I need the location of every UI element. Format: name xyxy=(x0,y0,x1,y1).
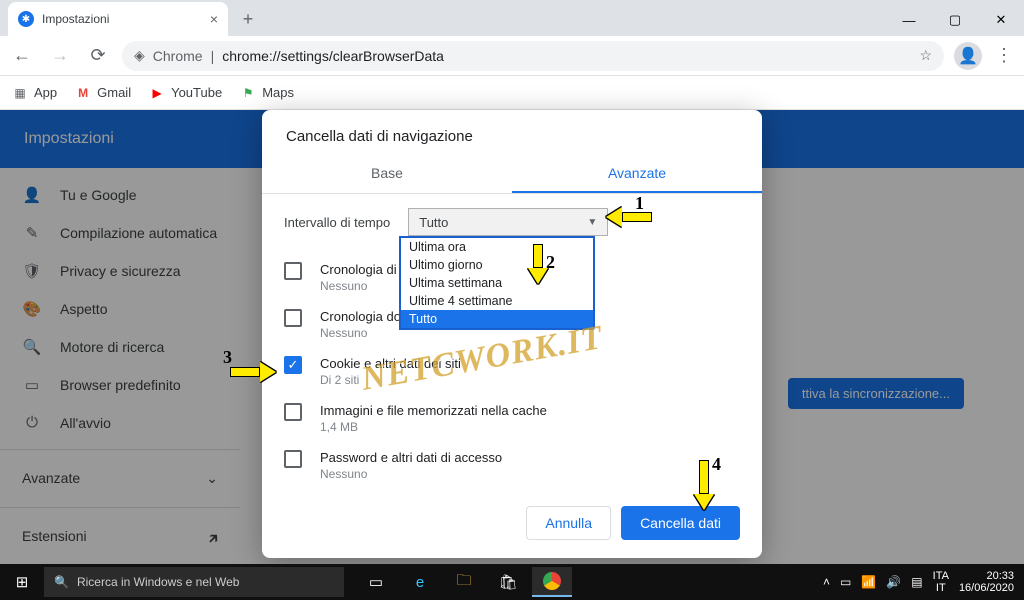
dialog-title: Cancella dati di navigazione xyxy=(262,110,762,155)
window-titlebar: ✱ Impostazioni × + — ▢ ✕ xyxy=(0,0,1024,36)
taskbar-search[interactable]: 🔍 Ricerca in Windows e nel Web xyxy=(44,567,344,597)
option-last-week[interactable]: Ultima settimana xyxy=(401,274,593,292)
annotation-number-1: 1 xyxy=(635,193,644,214)
gear-icon: ✱ xyxy=(18,11,34,27)
bookmark-apps[interactable]: ▦App xyxy=(12,85,57,101)
profile-avatar[interactable]: 👤 xyxy=(954,42,982,70)
checkbox-cached-images[interactable] xyxy=(284,403,302,421)
address-bar[interactable]: ◈ Chrome | chrome://settings/clearBrowse… xyxy=(122,41,944,71)
checkbox-download-history[interactable] xyxy=(284,309,302,327)
bookmark-star-icon[interactable]: ☆ xyxy=(919,47,932,64)
tab-title: Impostazioni xyxy=(42,12,109,26)
annotation-arrow-4 xyxy=(694,460,714,510)
search-icon: 🔍 xyxy=(54,575,69,589)
edge-icon[interactable]: e xyxy=(400,567,440,597)
store-icon[interactable]: 🛍 xyxy=(488,567,528,597)
wifi-icon[interactable]: 📶 xyxy=(861,575,876,589)
time-range-label: Intervallo di tempo xyxy=(284,215,390,230)
time-range-dropdown: Ultima ora Ultimo giorno Ultima settiman… xyxy=(399,236,595,330)
clear-data-button[interactable]: Cancella dati xyxy=(621,506,740,540)
cancel-button[interactable]: Annulla xyxy=(526,506,611,540)
dropdown-triangle-icon: ▼ xyxy=(587,217,597,228)
dialog-tabs: Base Avanzate xyxy=(262,155,762,194)
forward-button[interactable]: → xyxy=(46,45,74,66)
back-button[interactable]: ← xyxy=(8,45,36,66)
row-passwords[interactable]: Password e altri dati di accessoNessuno xyxy=(284,442,740,489)
gmail-icon: M xyxy=(75,85,91,101)
close-tab-icon[interactable]: × xyxy=(210,11,218,27)
annotation-number-2: 2 xyxy=(546,252,555,273)
annotation-arrow-3 xyxy=(230,362,276,382)
checkbox-passwords[interactable] xyxy=(284,450,302,468)
close-window-button[interactable]: ✕ xyxy=(978,4,1024,36)
annotation-number-3: 3 xyxy=(223,347,232,368)
bookmark-youtube[interactable]: ▶YouTube xyxy=(149,85,222,101)
battery-icon[interactable]: ▭ xyxy=(840,575,851,589)
apps-icon: ▦ xyxy=(12,85,28,101)
checkbox-cookies[interactable]: ✓ xyxy=(284,356,302,374)
taskbar-apps: ▭ e 🗀 🛍 xyxy=(356,567,572,597)
bookmark-maps[interactable]: ⚑Maps xyxy=(240,85,294,101)
option-all-time[interactable]: Tutto xyxy=(401,310,593,328)
maximize-button[interactable]: ▢ xyxy=(932,4,978,36)
clear-browsing-data-dialog: Cancella dati di navigazione Base Avanza… xyxy=(262,110,762,558)
annotation-arrow-1 xyxy=(606,207,652,227)
tray-chevron-icon[interactable]: ˄ xyxy=(823,575,830,589)
option-last-4-weeks[interactable]: Ultime 4 settimane xyxy=(401,292,593,310)
clock[interactable]: 20:3316/06/2020 xyxy=(959,570,1014,594)
url-text: chrome://settings/clearBrowserData xyxy=(222,48,444,64)
language-indicator[interactable]: ITAIT xyxy=(933,570,949,594)
row-cached-images[interactable]: Immagini e file memorizzati nella cache1… xyxy=(284,395,740,442)
annotation-arrow-2 xyxy=(528,244,548,284)
url-prefix: Chrome xyxy=(153,48,203,64)
volume-icon[interactable]: 🔊 xyxy=(886,575,901,589)
browser-tab[interactable]: ✱ Impostazioni × xyxy=(8,2,228,36)
system-tray: ˄ ▭ 📶 🔊 ▤ ITAIT 20:3316/06/2020 xyxy=(813,570,1024,594)
bookmarks-bar: ▦App MGmail ▶YouTube ⚑Maps xyxy=(0,76,1024,110)
tab-basic[interactable]: Base xyxy=(262,155,512,193)
bookmark-gmail[interactable]: MGmail xyxy=(75,85,131,101)
dialog-body: Intervallo di tempo Tutto ▼ Cronologia d… xyxy=(262,194,762,492)
maps-icon: ⚑ xyxy=(240,85,256,101)
windows-taskbar: ⊞ 🔍 Ricerca in Windows e nel Web ▭ e 🗀 🛍… xyxy=(0,564,1024,600)
youtube-icon: ▶ xyxy=(149,85,165,101)
checkbox-browsing-history[interactable] xyxy=(284,262,302,280)
time-range-value: Tutto xyxy=(419,215,448,230)
url-sep: | xyxy=(211,48,215,64)
kebab-menu-icon[interactable]: ⋮ xyxy=(992,45,1016,66)
file-explorer-icon[interactable]: 🗀 xyxy=(444,567,484,597)
time-range-row: Intervallo di tempo Tutto ▼ xyxy=(284,208,740,236)
row-cookies[interactable]: ✓ Cookie e altri dati dei sitiDi 2 siti xyxy=(284,348,740,395)
new-tab-button[interactable]: + xyxy=(234,5,262,33)
option-last-day[interactable]: Ultimo giorno xyxy=(401,256,593,274)
taskbar-search-placeholder: Ricerca in Windows e nel Web xyxy=(77,575,240,589)
browser-toolbar: ← → ⟳ ◈ Chrome | chrome://settings/clear… xyxy=(0,36,1024,76)
chrome-taskbar-icon[interactable] xyxy=(532,567,572,597)
task-view-icon[interactable]: ▭ xyxy=(356,567,396,597)
tab-advanced[interactable]: Avanzate xyxy=(512,155,762,193)
reload-button[interactable]: ⟳ xyxy=(84,45,112,66)
start-button[interactable]: ⊞ xyxy=(0,573,44,591)
option-last-hour[interactable]: Ultima ora xyxy=(401,238,593,256)
window-controls: — ▢ ✕ xyxy=(886,4,1024,36)
site-info-icon: ◈ xyxy=(134,47,145,64)
minimize-button[interactable]: — xyxy=(886,4,932,36)
dialog-footer: Annulla Cancella dati xyxy=(262,492,762,558)
time-range-select[interactable]: Tutto ▼ xyxy=(408,208,608,236)
action-center-icon[interactable]: ▤ xyxy=(911,575,922,589)
annotation-number-4: 4 xyxy=(712,454,721,475)
